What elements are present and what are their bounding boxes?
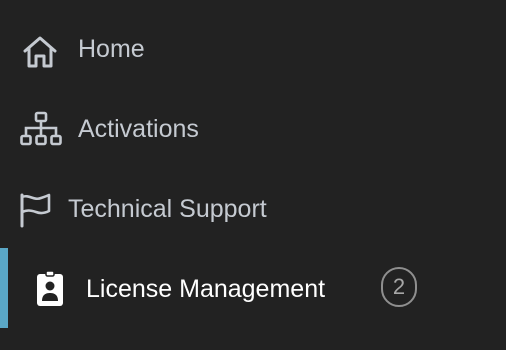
sidebar-item-home[interactable]: Home — [0, 8, 506, 88]
home-icon — [23, 36, 57, 68]
count-badge: 2 — [381, 267, 417, 307]
active-indicator — [0, 248, 8, 328]
sidebar-item-label: Technical Support — [68, 195, 267, 223]
sidebar-item-license-management[interactable]: License Management 2 — [0, 248, 506, 328]
sidebar-item-activations[interactable]: Activations — [0, 88, 506, 168]
flag-icon — [20, 193, 51, 228]
sitemap-icon — [20, 111, 62, 146]
sidebar-nav: Home Activations Technical Support Licen… — [0, 0, 506, 350]
id-badge-icon — [37, 270, 63, 306]
sidebar-item-label: Activations — [78, 115, 199, 143]
sidebar-item-technical-support[interactable]: Technical Support — [0, 168, 506, 248]
sidebar-item-label: License Management — [86, 275, 326, 303]
sidebar-item-label: Home — [78, 35, 145, 63]
